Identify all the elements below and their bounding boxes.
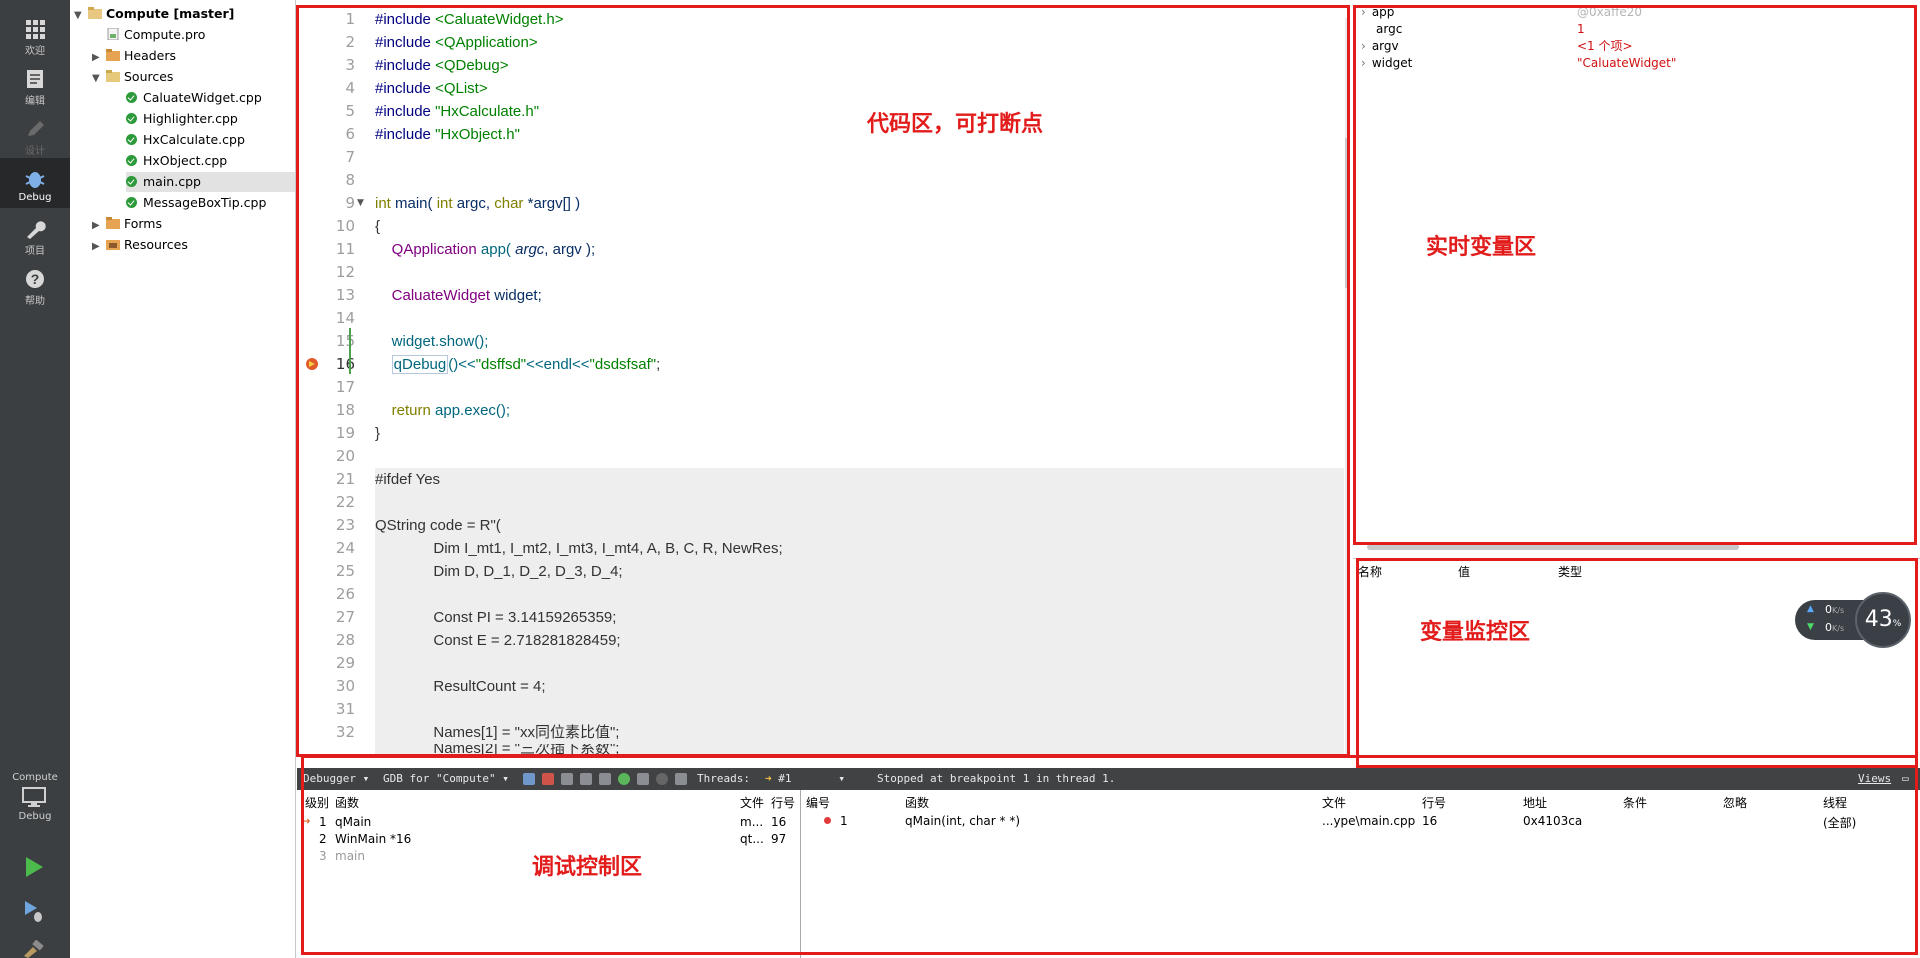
watch-area-frame [1356, 558, 1918, 768]
mode-edit[interactable]: 编辑 [0, 58, 70, 108]
chevron-down-icon[interactable]: ▼ [74, 6, 88, 26]
tree-project-label: Compute [master] [106, 6, 235, 21]
tree-file[interactable]: HxObject.cpp [126, 151, 227, 171]
tree-pro-file[interactable]: Compute.pro [92, 25, 205, 45]
help-icon: ? [26, 270, 44, 288]
tree-item-label: main.cpp [143, 174, 201, 189]
debug-area-note: 调试控制区 [532, 854, 643, 880]
folder-icon [106, 217, 120, 229]
project-tree: ▼ Compute [master] Compute.pro ▶ Headers ▼… [70, 0, 296, 958]
tree-resources[interactable]: ▶ Resources [92, 235, 188, 255]
chevron-right-icon[interactable]: ▶ [92, 237, 106, 257]
folder-icon [106, 70, 120, 82]
cpp-file-icon [126, 92, 137, 103]
code-area-note: 代码区，可打断点 [867, 111, 1044, 137]
locals-area-note: 实时变量区 [1426, 234, 1537, 260]
tree-file[interactable]: CaluateWidget.cpp [126, 88, 262, 108]
kit-mode-label: Debug [18, 811, 52, 822]
tree-item-label: MessageBoxTip.cpp [143, 195, 267, 210]
tree-item-label: HxObject.cpp [143, 153, 228, 168]
tree-item-label: Forms [124, 216, 163, 231]
tree-item-label: Highlighter.cpp [143, 111, 238, 126]
mode-help[interactable]: ? 帮助 [0, 258, 70, 308]
mode-design[interactable]: 设计 [0, 108, 70, 158]
mode-projects[interactable]: 项目 [0, 208, 70, 258]
tree-item-label: Resources [124, 237, 188, 252]
mode-label: 帮助 [25, 296, 45, 307]
cpp-file-icon [126, 176, 137, 187]
mode-welcome[interactable]: 欢迎 [0, 8, 70, 58]
mode-label: Debug [18, 192, 52, 203]
tree-item-label: Compute.pro [124, 27, 206, 42]
chevron-right-icon[interactable]: ▶ [92, 216, 106, 236]
tree-sources[interactable]: ▼ Sources [92, 67, 173, 87]
kit-selector[interactable]: Compute Debug [0, 772, 70, 822]
folder-icon [106, 240, 120, 250]
mode-label: 项目 [25, 246, 45, 257]
bug-icon [25, 172, 45, 188]
folder-icon [106, 49, 120, 61]
pencil-icon [28, 121, 44, 136]
chevron-down-icon[interactable]: ▼ [92, 69, 106, 89]
tree-file[interactable]: Highlighter.cpp [126, 109, 238, 129]
tree-forms[interactable]: ▶ Forms [92, 214, 162, 234]
tree-file[interactable]: HxCalculate.cpp [126, 130, 245, 150]
locals-area-frame [1353, 5, 1917, 545]
tree-file[interactable]: MessageBoxTip.cpp [126, 193, 266, 213]
chevron-right-icon[interactable]: ▶ [92, 48, 106, 68]
mode-sidebar: 欢迎 编辑 设计 Debug 项目 ? 帮助 Compute Debug [0, 0, 70, 958]
run-icon[interactable] [21, 854, 47, 880]
monitor-icon [22, 787, 46, 807]
mode-label: 欢迎 [25, 46, 45, 57]
edit-icon [27, 70, 43, 88]
code-area-frame [296, 5, 1350, 757]
tree-item-label: CaluateWidget.cpp [143, 90, 262, 105]
mode-debug[interactable]: Debug [0, 158, 70, 208]
cpp-file-icon [126, 113, 137, 124]
mode-label: 编辑 [25, 96, 45, 107]
pro-file-icon [107, 28, 119, 40]
tree-file-selected[interactable]: main.cpp [126, 172, 295, 192]
kit-project-label: Compute [12, 772, 58, 783]
grid-icon [26, 20, 45, 39]
tree-project-node[interactable]: ▼ Compute [master] [74, 4, 234, 24]
mode-label: 设计 [25, 146, 45, 157]
project-folder-icon [88, 7, 102, 19]
cpp-file-icon [126, 155, 137, 166]
watch-area-note: 变量监控区 [1420, 619, 1531, 645]
tree-item-label: Headers [124, 48, 177, 63]
cpp-file-icon [126, 197, 137, 208]
tree-item-label: Sources [124, 69, 174, 84]
build-icon[interactable] [21, 940, 47, 958]
wrench-icon [27, 221, 46, 239]
tree-item-label: HxCalculate.cpp [143, 132, 245, 147]
debug-run-icon[interactable] [21, 898, 47, 924]
tree-headers[interactable]: ▶ Headers [92, 46, 176, 66]
svg-text:?: ? [31, 271, 40, 287]
cpp-file-icon [126, 134, 137, 145]
